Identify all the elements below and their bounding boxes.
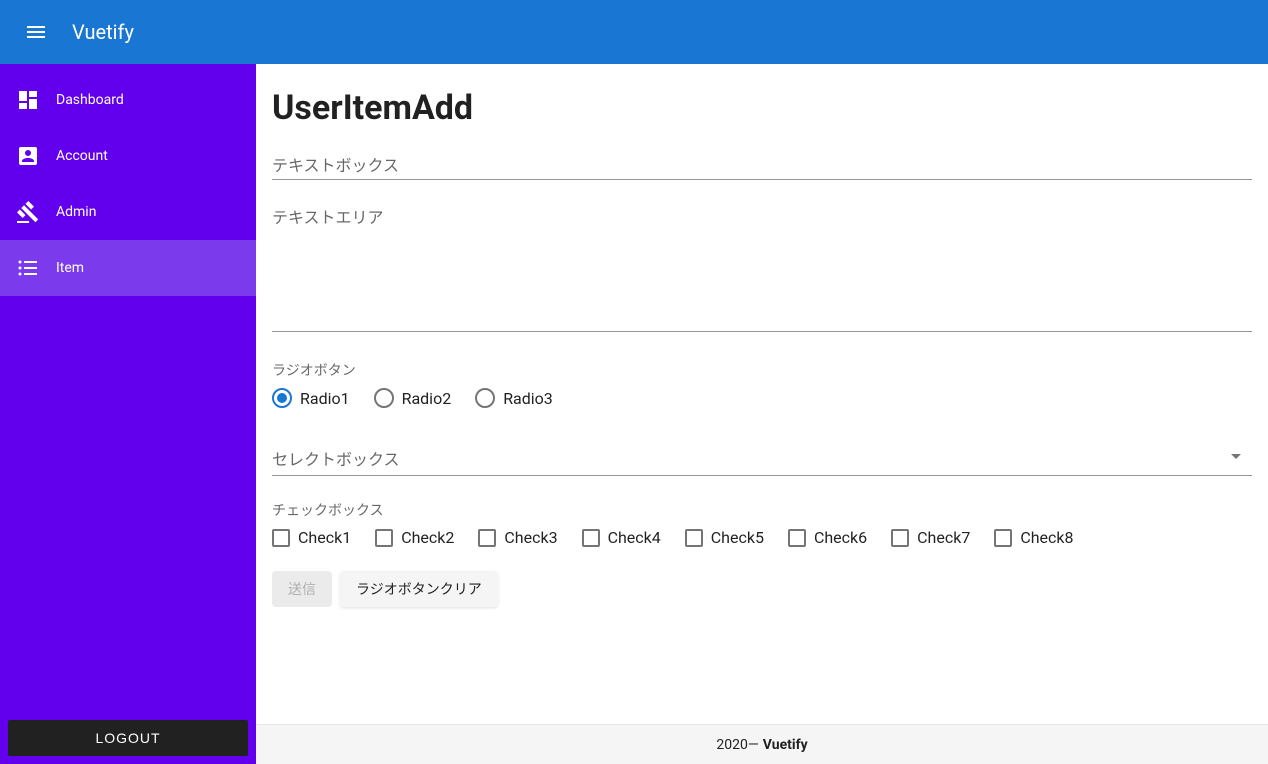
textbox-input[interactable] — [272, 144, 1252, 180]
radio-option-2[interactable]: Radio2 — [374, 388, 452, 408]
radio-option-3[interactable]: Radio3 — [475, 388, 553, 408]
checkbox-group: Check1 Check2 Check3 Check4 Check5 Check… — [272, 528, 1252, 547]
radio-label: Radio3 — [503, 389, 553, 408]
radio-label: Radio1 — [300, 389, 350, 408]
checkbox-label: Check6 — [814, 528, 867, 547]
checkbox-icon — [272, 529, 290, 547]
menu-icon — [24, 20, 48, 44]
select-label: セレクトボックス — [272, 440, 1252, 476]
list-icon — [16, 256, 56, 280]
app-bar: Vuetify — [0, 0, 1268, 64]
logout-button[interactable]: LOGOUT — [8, 720, 248, 756]
radio-option-1[interactable]: Radio1 — [272, 388, 350, 408]
clear-radio-button[interactable]: ラジオボタンクリア — [340, 571, 498, 607]
checkbox-option-2[interactable]: Check2 — [375, 528, 454, 547]
textarea-label: テキストエリア — [272, 204, 1252, 228]
checkbox-icon — [788, 529, 806, 547]
checkbox-icon — [685, 529, 703, 547]
footer-name: Vuetify — [763, 737, 808, 753]
checkbox-option-3[interactable]: Check3 — [478, 528, 557, 547]
radio-circle-icon — [272, 388, 292, 408]
checkbox-option-5[interactable]: Check5 — [685, 528, 764, 547]
sidebar-item-item[interactable]: Item — [0, 240, 256, 296]
checkbox-option-8[interactable]: Check8 — [994, 528, 1073, 547]
account-icon — [16, 144, 56, 168]
footer-dash: — — [748, 737, 759, 753]
radio-group: Radio1 Radio2 Radio3 — [272, 388, 1252, 408]
textarea-field: テキストエリア — [272, 204, 1252, 336]
checkbox-label: Check2 — [401, 528, 454, 547]
sidebar-item-account[interactable]: Account — [0, 128, 256, 184]
app-title: Vuetify — [72, 20, 134, 44]
gavel-icon — [16, 200, 56, 224]
checkbox-group-label: チェックボックス — [272, 500, 1252, 520]
checkbox-label: Check3 — [504, 528, 557, 547]
checkbox-icon — [994, 529, 1012, 547]
sidebar: Dashboard Account Admin Item LOGOUT — [0, 64, 256, 764]
select-field[interactable]: セレクトボックス — [272, 440, 1252, 476]
checkbox-option-4[interactable]: Check4 — [582, 528, 661, 547]
page-title: UserItemAdd — [272, 88, 1252, 128]
checkbox-option-7[interactable]: Check7 — [891, 528, 970, 547]
checkbox-label: Check8 — [1020, 528, 1073, 547]
textarea-input[interactable] — [272, 232, 1252, 332]
radio-group-label: ラジオボタン — [272, 360, 1252, 380]
checkbox-icon — [375, 529, 393, 547]
content: UserItemAdd テキストボックス テキストエリア ラジオボタン Radi… — [256, 64, 1268, 724]
sidebar-item-label: Admin — [56, 204, 96, 220]
button-row: 送信 ラジオボタンクリア — [272, 571, 1252, 607]
sidebar-item-label: Dashboard — [56, 92, 124, 108]
checkbox-label: Check1 — [298, 528, 351, 547]
checkbox-icon — [582, 529, 600, 547]
checkbox-icon — [478, 529, 496, 547]
sidebar-item-label: Account — [56, 148, 108, 164]
footer: 2020 — Vuetify — [256, 724, 1268, 764]
menu-button[interactable] — [16, 12, 56, 52]
sidebar-item-label: Item — [56, 260, 84, 276]
radio-circle-icon — [374, 388, 394, 408]
footer-year: 2020 — [716, 737, 747, 753]
chevron-down-icon — [1224, 444, 1248, 472]
radio-label: Radio2 — [402, 389, 452, 408]
main: UserItemAdd テキストボックス テキストエリア ラジオボタン Radi… — [256, 64, 1268, 764]
sidebar-list: Dashboard Account Admin Item — [0, 64, 256, 712]
textbox-field: テキストボックス — [272, 144, 1252, 180]
sidebar-item-admin[interactable]: Admin — [0, 184, 256, 240]
checkbox-icon — [891, 529, 909, 547]
checkbox-option-1[interactable]: Check1 — [272, 528, 351, 547]
checkbox-label: Check7 — [917, 528, 970, 547]
dashboard-icon — [16, 88, 56, 112]
radio-circle-icon — [475, 388, 495, 408]
submit-button[interactable]: 送信 — [272, 571, 332, 607]
sidebar-item-dashboard[interactable]: Dashboard — [0, 72, 256, 128]
checkbox-option-6[interactable]: Check6 — [788, 528, 867, 547]
checkbox-label: Check4 — [608, 528, 661, 547]
checkbox-label: Check5 — [711, 528, 764, 547]
